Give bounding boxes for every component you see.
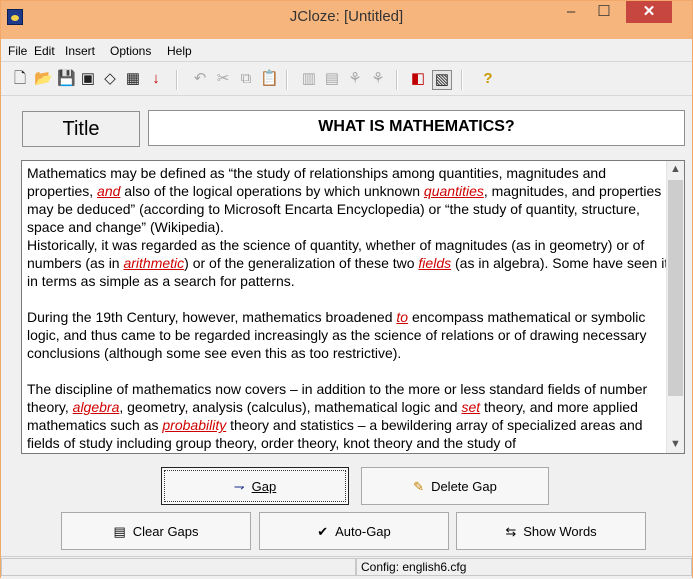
cloze-text: Mathematics may be defined as “the study… bbox=[27, 164, 669, 453]
export-icon[interactable]: ▧ bbox=[432, 70, 452, 90]
paragraph: The discipline of mathematics now covers… bbox=[27, 381, 648, 451]
scroll-thumb[interactable] bbox=[668, 180, 683, 396]
word-list-icon[interactable]: ▤ bbox=[323, 70, 341, 88]
new-document-icon[interactable]: 🗋 bbox=[11, 70, 29, 88]
web-page-icon[interactable]: ◧ bbox=[409, 70, 427, 88]
title-input[interactable]: WHAT IS MATHEMATICS? bbox=[148, 110, 685, 146]
status-bar: Config: english6.cfg bbox=[1, 556, 692, 579]
open-folder-icon[interactable]: 📂 bbox=[34, 70, 53, 88]
status-cell-empty bbox=[1, 558, 356, 576]
gap-word[interactable]: arithmetic bbox=[123, 255, 184, 271]
auto-gap-icon: ✔ bbox=[317, 523, 329, 539]
gap-word[interactable]: algebra bbox=[73, 399, 120, 415]
auto-gap-button[interactable]: ✔ Auto-Gap bbox=[259, 512, 449, 550]
toolbar-separator bbox=[396, 70, 398, 90]
gap-button-label: Gap bbox=[251, 478, 277, 494]
help-icon[interactable]: ? bbox=[479, 70, 497, 88]
copy-icon[interactable]: ⧉ bbox=[237, 70, 255, 88]
alt-tree-icon[interactable]: ⚘ bbox=[369, 70, 387, 88]
title-label: Title bbox=[22, 111, 140, 147]
gap-button[interactable]: ⇁ Gap bbox=[161, 467, 349, 505]
vertical-scrollbar[interactable]: ▲ ▼ bbox=[666, 161, 684, 453]
maximize-button[interactable]: ☐ bbox=[591, 1, 617, 23]
scroll-up-icon[interactable]: ▲ bbox=[667, 161, 684, 178]
delete-gap-button[interactable]: ✎ Delete Gap bbox=[361, 467, 549, 505]
gap-tools-icon[interactable]: ▥ bbox=[300, 70, 318, 88]
cloze-text-area[interactable]: Mathematics may be defined as “the study… bbox=[21, 160, 685, 454]
gap-word[interactable]: fields bbox=[418, 255, 451, 271]
gap-icon: ⇁ bbox=[233, 478, 245, 494]
title-bar[interactable]: JCloze: [Untitled] – ☐ ✕ bbox=[1, 1, 692, 39]
gap-word[interactable]: probability bbox=[162, 417, 226, 433]
clear-gaps-button-label: Clear Gaps bbox=[132, 523, 199, 539]
menu-file[interactable]: File bbox=[8, 44, 27, 58]
config-status: Config: english6.cfg bbox=[356, 558, 692, 576]
menu-bar: File Edit Insert Options Help bbox=[1, 39, 692, 62]
save-icon[interactable]: 💾 bbox=[57, 70, 76, 88]
menu-options[interactable]: Options bbox=[110, 44, 151, 58]
show-words-button[interactable]: ⇆ Show Words bbox=[456, 512, 646, 550]
menu-edit[interactable]: Edit bbox=[34, 44, 55, 58]
menu-insert[interactable]: Insert bbox=[65, 44, 95, 58]
menu-help[interactable]: Help bbox=[167, 44, 192, 58]
scroll-down-icon[interactable]: ▼ bbox=[667, 436, 684, 453]
gap-word[interactable]: quantities bbox=[424, 183, 484, 199]
undo-icon[interactable]: ↶ bbox=[191, 70, 209, 88]
cut-icon[interactable]: ✂ bbox=[214, 70, 232, 88]
minimize-button[interactable]: – bbox=[558, 1, 584, 23]
toolbar-separator bbox=[176, 70, 178, 90]
gap-word[interactable]: and bbox=[97, 183, 120, 199]
toolbar: 🗋 📂 💾 ▣ ◇ ▦ ↓ ↶ ✂ ⧉ 📋 ▥ ▤ ⚘ ⚘ ◧ ▧ ? bbox=[1, 62, 692, 96]
paste-icon[interactable]: 📋 bbox=[260, 70, 279, 88]
show-words-icon: ⇆ bbox=[505, 523, 517, 539]
clear-gaps-icon: ▤ bbox=[113, 523, 126, 539]
eraser-icon[interactable]: ◇ bbox=[101, 70, 119, 88]
grid-icon[interactable]: ▦ bbox=[124, 70, 142, 88]
save-as-icon[interactable]: ▣ bbox=[79, 70, 97, 88]
paragraph: Mathematics may be defined as “the study… bbox=[27, 165, 669, 289]
clear-gaps-button[interactable]: ▤ Clear Gaps bbox=[61, 512, 251, 550]
toolbar-separator bbox=[286, 70, 288, 90]
tree-icon[interactable]: ⚘ bbox=[346, 70, 364, 88]
show-words-button-label: Show Words bbox=[523, 523, 597, 539]
app-window: JCloze: [Untitled] – ☐ ✕ File Edit Inser… bbox=[0, 0, 693, 579]
gap-word[interactable]: to bbox=[396, 309, 408, 325]
close-button[interactable]: ✕ bbox=[626, 1, 672, 23]
auto-gap-button-label: Auto-Gap bbox=[335, 523, 391, 539]
gap-word[interactable]: set bbox=[461, 399, 480, 415]
arrow-down-icon[interactable]: ↓ bbox=[147, 70, 165, 88]
delete-gap-button-label: Delete Gap bbox=[431, 478, 497, 494]
delete-gap-icon: ✎ bbox=[413, 478, 425, 494]
window-title: JCloze: [Untitled] bbox=[289, 8, 404, 25]
paragraph: During the 19th Century, however, mathem… bbox=[27, 309, 647, 361]
toolbar-separator bbox=[461, 70, 463, 90]
